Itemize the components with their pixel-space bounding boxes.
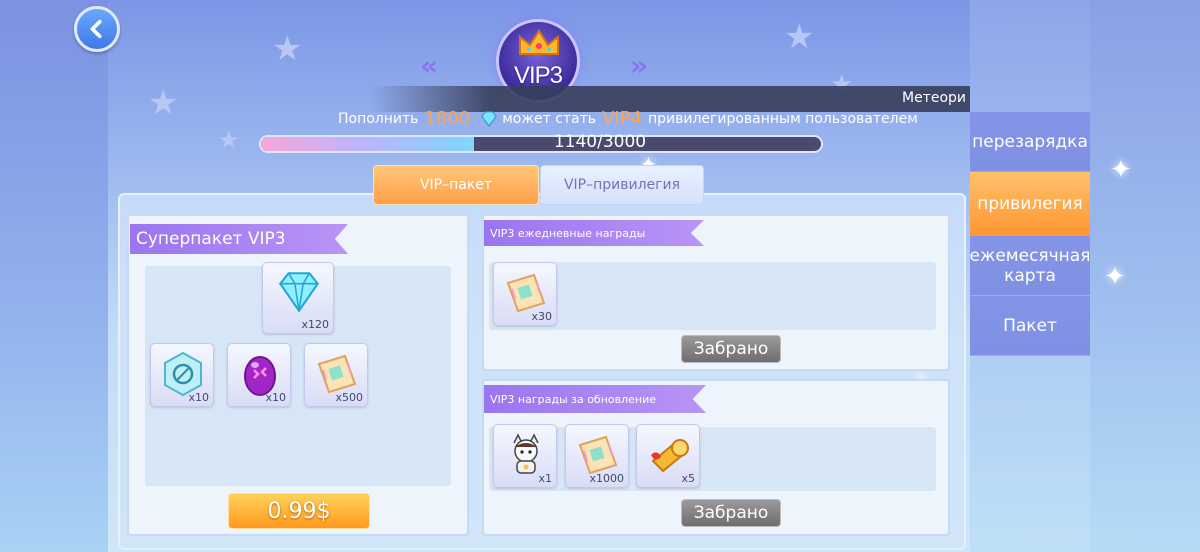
next-vip-arrow[interactable]: » bbox=[630, 52, 648, 80]
reward-item[interactable]: x120 bbox=[262, 262, 334, 334]
sparkle-icon: ✦ bbox=[1104, 262, 1126, 292]
topup-amount: 1800 bbox=[424, 108, 471, 129]
sparkle-icon: ✦ bbox=[1110, 155, 1132, 185]
item-quantity: x10 bbox=[265, 391, 286, 404]
daily-claimed-button[interactable]: Забрано bbox=[681, 335, 781, 363]
item-quantity: x500 bbox=[335, 391, 363, 404]
update-rewards-title: VIP3 награды за обновление bbox=[484, 385, 706, 413]
chevron-left-icon bbox=[90, 19, 102, 39]
tab-vip-privilege[interactable]: VIP–привилегия bbox=[540, 165, 704, 205]
sidebar-item-monthly-card[interactable]: ежемесячная карта bbox=[970, 236, 1090, 296]
topup-info: Пополнить 1800 может стать VIP4 привилег… bbox=[338, 108, 918, 129]
reward-item[interactable]: x5 bbox=[636, 424, 700, 488]
diamond-icon bbox=[278, 272, 320, 313]
star-decoration-icon: ★ bbox=[148, 83, 179, 123]
item-quantity: x1000 bbox=[589, 472, 624, 485]
item-quantity: x5 bbox=[681, 472, 695, 485]
tab-vip-pack[interactable]: VIP–пакет bbox=[373, 165, 539, 205]
update-claimed-button[interactable]: Забрано bbox=[681, 499, 781, 527]
topup-suffix: привилегированным пользователем bbox=[647, 110, 918, 127]
super-pack-title: Суперпакет VIP3 bbox=[130, 224, 348, 254]
left-background bbox=[0, 0, 108, 552]
star-decoration-icon: ★ bbox=[784, 17, 815, 57]
announcement-text: Метеори bbox=[901, 90, 966, 106]
topup-prefix: Пополнить bbox=[338, 110, 419, 127]
topup-middle: может стать bbox=[502, 110, 597, 127]
topup-next-vip: VIP4 bbox=[602, 108, 642, 129]
back-button[interactable] bbox=[74, 6, 120, 52]
item-quantity: x30 bbox=[531, 310, 552, 323]
reward-item[interactable]: x1000 bbox=[565, 424, 629, 488]
reward-item[interactable]: x1 bbox=[493, 424, 557, 488]
reward-item[interactable]: x500 bbox=[304, 343, 368, 407]
vip-progress-text: 1140/3000 bbox=[553, 132, 647, 152]
prev-vip-arrow[interactable]: « bbox=[420, 52, 438, 80]
reward-item[interactable]: x10 bbox=[150, 343, 214, 407]
item-quantity: x120 bbox=[301, 318, 329, 331]
star-decoration-icon: ★ bbox=[272, 29, 303, 69]
crown-icon bbox=[519, 29, 559, 55]
diamond-icon bbox=[481, 110, 498, 127]
sidebar-item-pack[interactable]: Пакет bbox=[970, 296, 1090, 356]
buy-button[interactable]: 0.99$ bbox=[228, 493, 370, 529]
sidebar-item-privilege[interactable]: привилегия bbox=[970, 172, 1090, 236]
reward-item[interactable]: x10 bbox=[227, 343, 291, 407]
reward-item[interactable]: x30 bbox=[493, 262, 557, 326]
item-quantity: x1 bbox=[538, 472, 552, 485]
daily-rewards-title: VIP3 ежедневные награды bbox=[484, 220, 704, 246]
item-quantity: x10 bbox=[188, 391, 209, 404]
